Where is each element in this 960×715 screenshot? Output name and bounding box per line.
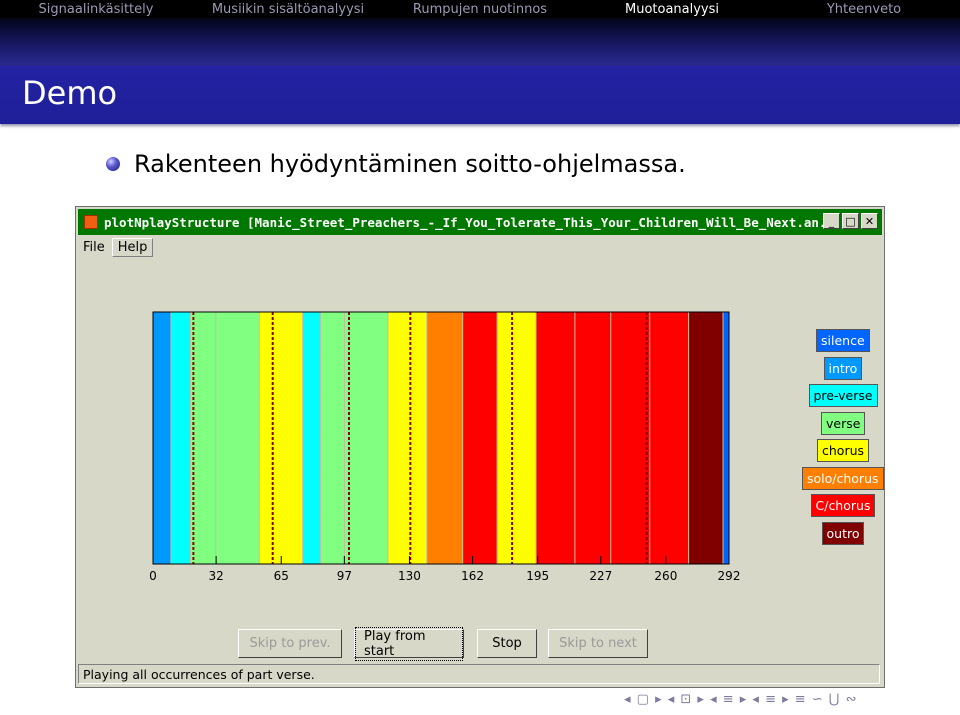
bullet-ball-icon xyxy=(106,157,120,171)
segment-chorus-11[interactable] xyxy=(497,312,537,564)
legend-item-intro: intro xyxy=(823,356,863,380)
bullet-text: Rakenteen hyödyntäminen soitto-ohjelmass… xyxy=(134,150,686,178)
nav-item-structure-analysis[interactable]: Muotoanalyysi xyxy=(576,2,768,17)
nav-item-signal-processing[interactable]: Signaalinkäsittely xyxy=(0,2,192,17)
x-tick-label: 227 xyxy=(589,569,612,583)
segment-C-chorus-14[interactable] xyxy=(610,312,650,564)
x-tick-label: 260 xyxy=(654,569,677,583)
nav-item-drum-transcription[interactable]: Rumpujen nuotinnos xyxy=(384,2,576,17)
x-tick-label: 162 xyxy=(461,569,484,583)
bullet-item: Rakenteen hyödyntäminen soitto-ohjelmass… xyxy=(106,150,686,178)
nav-item-summary[interactable]: Yhteenveto xyxy=(768,2,960,17)
nav-item-content-analysis[interactable]: Musiikin sisältöanalyysi xyxy=(192,2,384,17)
play-from-start-label: Play from start xyxy=(355,626,463,661)
x-tick-label: 292 xyxy=(718,569,741,583)
structure-chart: 0 32 65 97 130 162 195 227 260 292 xyxy=(149,311,741,583)
x-tick-label: 97 xyxy=(337,569,352,583)
segment-chorus-8[interactable] xyxy=(387,312,427,564)
segment-solo-chorus-9[interactable] xyxy=(426,312,463,564)
legend-item-outro: outro xyxy=(821,521,865,545)
segment-verse-3[interactable] xyxy=(215,312,260,564)
beamer-nav-bar: Signaalinkäsittely Musiikin sisältöanaly… xyxy=(0,0,960,18)
segment-pre-verse-5[interactable] xyxy=(302,312,321,564)
legend-item-solo-chorus: solo/chorus xyxy=(802,466,884,490)
segment-verse-6[interactable] xyxy=(320,312,345,564)
header-gradient xyxy=(0,18,960,66)
segment-silence-17[interactable] xyxy=(723,312,729,564)
skip-next-label: Skip to next xyxy=(559,636,637,651)
x-tick-label: 32 xyxy=(208,569,223,583)
skip-prev-button[interactable]: Skip to prev. xyxy=(238,629,342,658)
legend-item-chorus: chorus xyxy=(817,439,870,462)
x-tick-label: 65 xyxy=(274,569,289,583)
stop-button[interactable]: Stop xyxy=(477,629,537,658)
skip-next-button[interactable]: Skip to next xyxy=(548,629,648,658)
x-tick-label: 195 xyxy=(526,569,549,583)
segment-C-chorus-10[interactable] xyxy=(462,312,498,564)
legend-item-c-chorus: C/chorus xyxy=(810,494,876,517)
segment-chorus-4[interactable] xyxy=(259,312,303,564)
segment-outro-16[interactable] xyxy=(688,312,724,564)
frame-title: Demo xyxy=(22,74,118,112)
legend-item-verse: verse xyxy=(821,411,866,435)
x-tick-label: 0 xyxy=(149,569,157,583)
segment-pre-verse-1[interactable] xyxy=(170,312,191,564)
x-tick-label: 130 xyxy=(398,569,421,583)
legend-item-pre-verse: pre-verse xyxy=(808,384,878,407)
skip-prev-label: Skip to prev. xyxy=(249,636,331,651)
frame-title-bar: Demo xyxy=(0,66,960,124)
beamer-navigation-symbols[interactable]: ◂ ▢ ▸ ◂ ⊡ ▸ ◂ ≡ ▸ ◂ ≡ ▸ ≡ ∽ ⋃ ∾ xyxy=(624,692,858,707)
segment-intro-0[interactable] xyxy=(153,312,171,564)
app-window: plotNplayStructure [Manic_Street_Preache… xyxy=(75,206,885,688)
segment-C-chorus-12[interactable] xyxy=(536,312,575,564)
segment-C-chorus-13[interactable] xyxy=(574,312,611,564)
stop-label: Stop xyxy=(492,636,522,651)
status-bar: Playing all occurrences of part verse. xyxy=(78,664,880,684)
legend-item-silence: silence xyxy=(816,329,870,352)
segment-verse-7[interactable] xyxy=(344,312,388,564)
play-from-start-button[interactable]: Play from start xyxy=(354,626,464,661)
segment-C-chorus-15[interactable] xyxy=(649,312,689,564)
